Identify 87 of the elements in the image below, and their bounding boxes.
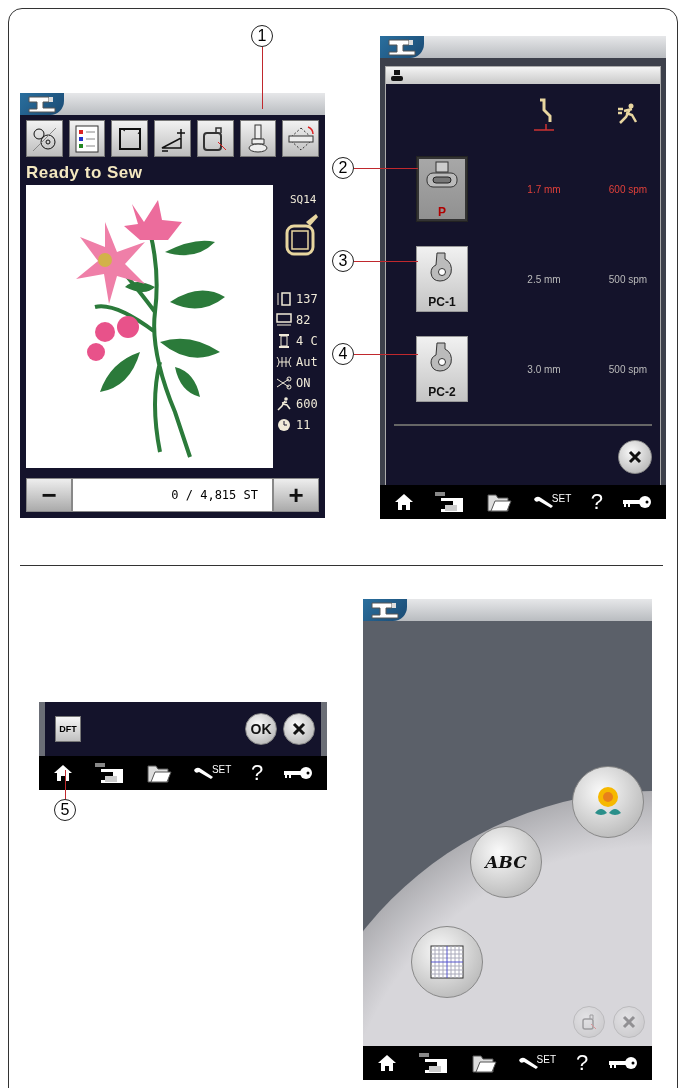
running-figure-icon: [276, 396, 292, 411]
lock-key-button[interactable]: [622, 495, 653, 509]
status-text: Ready to Sew: [26, 163, 144, 183]
trace-frame-icon: [116, 125, 143, 152]
height-icon: [276, 291, 292, 306]
hoop-size-label: SQ14: [290, 193, 317, 206]
info-value: 82: [296, 312, 311, 327]
lock-key-button[interactable]: [608, 1056, 638, 1070]
home-button[interactable]: [376, 1054, 397, 1072]
hoop-icon: [284, 212, 320, 258]
rotate-icon: [285, 124, 316, 153]
toolbar-button[interactable]: [26, 120, 63, 157]
default-button[interactable]: DFT: [55, 716, 81, 742]
callout-number: 4: [332, 343, 354, 365]
presser-foot-button[interactable]: PC-2: [416, 336, 468, 402]
foot-height-value: 1.7 mm: [527, 183, 561, 195]
width-icon: [276, 312, 292, 327]
speed-value: 600 spm: [608, 183, 648, 195]
home-icon: [393, 493, 414, 511]
toolbar-button[interactable]: [282, 120, 320, 157]
callout-number: 2: [332, 157, 354, 179]
info-value: 600: [296, 396, 318, 411]
close-icon: [628, 450, 642, 464]
info-value: Aut: [296, 354, 318, 369]
hoop-icon: [581, 1014, 597, 1030]
leader-line: [354, 168, 418, 170]
settings-button[interactable]: SET: [191, 764, 232, 782]
info-value: 11: [296, 417, 311, 432]
home-icon: [52, 764, 73, 782]
presser-foot-button[interactable]: PC-1: [416, 246, 468, 312]
minus-button[interactable]: −: [26, 478, 72, 512]
close-button[interactable]: [283, 713, 315, 745]
foot-height-value: 2.5 mm: [527, 273, 561, 285]
toolbar-button[interactable]: [154, 120, 191, 157]
scissors-icon: [276, 375, 292, 390]
toolbar-button[interactable]: [196, 120, 234, 157]
ok-button[interactable]: OK: [245, 713, 277, 745]
help-button[interactable]: ?: [575, 1050, 589, 1076]
speed-value: 500 spm: [608, 273, 648, 285]
home-button[interactable]: [393, 493, 414, 511]
folder-icon: [146, 762, 173, 784]
presser-foot-icon: [390, 69, 404, 82]
foot-height-icon: [532, 98, 556, 132]
callout-number: 5: [54, 799, 76, 821]
hook-foot-icon: [429, 251, 455, 283]
toolbar-button[interactable]: [111, 120, 149, 157]
info-value: ON: [296, 375, 311, 390]
leader-line: [65, 770, 67, 799]
plus-button[interactable]: +: [273, 478, 319, 512]
leader-line: [262, 47, 264, 109]
lock-key-button[interactable]: [283, 766, 314, 780]
key-icon: [622, 495, 653, 509]
settings-button[interactable]: SET: [516, 1054, 556, 1072]
presser-foot-icon: [424, 161, 460, 191]
info-value: 137: [296, 291, 318, 306]
toolbar-button[interactable]: [239, 120, 277, 157]
open-file-button[interactable]: [486, 491, 513, 513]
foot-height-value: 3.0 mm: [527, 363, 561, 375]
presser-foot-icon: [246, 123, 269, 154]
close-button[interactable]: [618, 440, 652, 474]
leader-line: [354, 354, 418, 356]
folder-icon: [486, 491, 513, 513]
settings-button[interactable]: SET: [531, 493, 572, 511]
thread-spool-icon: [276, 333, 292, 348]
toolbar-button[interactable]: [68, 120, 106, 157]
grid-icon: [430, 945, 464, 979]
callout-number: 1: [251, 25, 273, 47]
home-icon: [376, 1054, 397, 1072]
help-button[interactable]: ?: [251, 760, 264, 786]
info-value: 4 C: [296, 333, 318, 348]
home-button[interactable]: [52, 764, 73, 782]
open-file-button[interactable]: [146, 762, 173, 784]
hook-foot-icon: [429, 341, 455, 373]
tie-stitch-icon: [276, 354, 292, 369]
stitch-counter: 0 / 4,815 ST: [72, 478, 273, 512]
leader-line: [354, 261, 418, 263]
callout-number: 3: [332, 250, 354, 272]
key-icon: [608, 1056, 638, 1070]
color-list-icon: [75, 124, 100, 153]
speed-value: 500 spm: [608, 363, 648, 375]
clock-icon: [276, 417, 292, 432]
folder-icon: [470, 1052, 497, 1074]
close-icon: [292, 722, 306, 736]
open-file-button[interactable]: [470, 1052, 497, 1074]
close-icon: [622, 1015, 636, 1029]
key-icon: [283, 766, 314, 780]
help-button[interactable]: ?: [590, 489, 603, 515]
